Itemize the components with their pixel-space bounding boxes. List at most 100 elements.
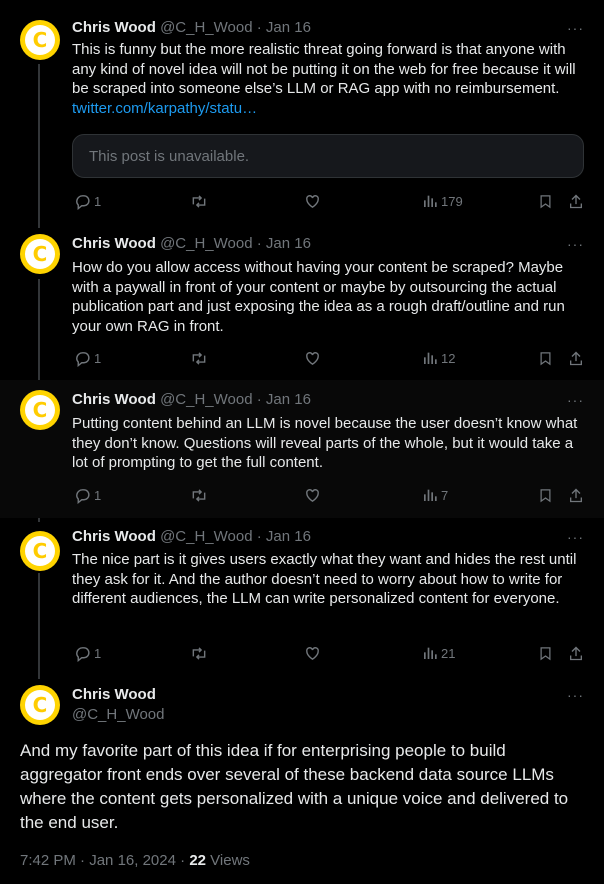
separator: · [256, 391, 262, 408]
tweet-date[interactable]: Jan 16 [266, 235, 311, 252]
quoted-post-unavailable[interactable]: This post is unavailable. [72, 134, 584, 178]
share-button[interactable] [568, 485, 584, 505]
views-button[interactable]: 12 [422, 348, 455, 368]
more-options-icon[interactable]: ··· [567, 687, 584, 703]
separator: · [256, 235, 262, 252]
retweet-button[interactable] [190, 643, 208, 663]
share-button[interactable] [568, 643, 584, 663]
reply-button[interactable]: 1 [74, 643, 101, 663]
bookmark-icon [540, 194, 551, 208]
share-icon [570, 488, 582, 502]
author-handle-text[interactable]: @C_H_Wood [72, 706, 165, 723]
author-name[interactable]: Chris Wood [72, 528, 156, 545]
more-options-icon[interactable]: ··· [567, 529, 584, 545]
bookmark-button[interactable] [538, 485, 553, 505]
tweet-header: Chris Wood @C_H_Wood · Jan 16 [72, 390, 586, 410]
tweet[interactable]: C Chris Wood @C_H_Wood · Jan 16 ··· The … [0, 518, 604, 675]
avatar[interactable]: C [20, 234, 60, 274]
views-label: Views [210, 852, 250, 869]
bookmark-icon [540, 351, 551, 365]
reply-icon [76, 194, 90, 210]
author-handle: @C_H_Wood [72, 705, 586, 725]
author-handle[interactable]: @C_H_Wood [160, 235, 253, 252]
views-icon [424, 489, 437, 501]
share-icon [570, 351, 582, 365]
author-name[interactable]: Chris Wood [72, 235, 156, 252]
heart-icon [306, 646, 319, 660]
avatar-letter: C [25, 690, 55, 720]
avatar[interactable]: C [20, 20, 60, 60]
views-button[interactable]: 179 [422, 191, 463, 211]
more-options-icon[interactable]: ··· [567, 236, 584, 252]
tweet-actions: 1 7 [72, 485, 588, 505]
views-button[interactable]: 21 [422, 643, 455, 663]
tweet-date[interactable]: Jan 16 [266, 19, 311, 36]
share-button[interactable] [568, 191, 584, 211]
like-button[interactable] [304, 485, 321, 505]
retweet-button[interactable] [190, 191, 208, 211]
separator: · [80, 852, 86, 869]
reply-icon [76, 646, 90, 662]
avatar-letter: C [25, 395, 55, 425]
retweet-icon [192, 646, 206, 660]
retweet-icon [192, 351, 206, 365]
more-options-icon[interactable]: ··· [567, 20, 584, 36]
retweet-icon [192, 194, 206, 208]
separator: · [256, 528, 262, 545]
share-icon [570, 646, 582, 660]
main-tweet: C Chris Wood @C_H_Wood ··· And my favori… [0, 675, 604, 884]
heart-icon [306, 488, 319, 502]
bookmark-icon [540, 646, 551, 660]
tweet-full-date[interactable]: Jan 16, 2024 [89, 852, 176, 869]
views-icon [424, 195, 437, 207]
bookmark-button[interactable] [538, 348, 553, 368]
main-tweet-text: And my favorite part of this idea if for… [20, 741, 569, 832]
reply-button[interactable]: 1 [74, 485, 101, 505]
avatar[interactable]: C [20, 390, 60, 430]
tweet-header: Chris Wood @C_H_Wood · Jan 16 [72, 18, 586, 38]
like-button[interactable] [304, 643, 321, 663]
tweet-actions: 1 12 [72, 348, 588, 368]
tweet[interactable]: C Chris Wood @C_H_Wood · Jan 16 ··· Putt… [0, 380, 604, 518]
share-button[interactable] [568, 348, 584, 368]
reply-button[interactable]: 1 [74, 348, 101, 368]
author-name[interactable]: Chris Wood [72, 19, 156, 36]
author-name[interactable]: Chris Wood [72, 391, 156, 408]
bookmark-button[interactable] [538, 191, 553, 211]
retweet-button[interactable] [190, 348, 208, 368]
views-button[interactable]: 7 [422, 485, 448, 505]
author-name-text[interactable]: Chris Wood [72, 686, 156, 703]
tweet-header: Chris Wood @C_H_Wood · Jan 16 [72, 234, 586, 254]
views-count: 179 [441, 193, 463, 209]
like-button[interactable] [304, 348, 321, 368]
reply-count: 1 [94, 645, 102, 661]
author-handle[interactable]: @C_H_Wood [160, 19, 253, 36]
bookmark-button[interactable] [538, 643, 553, 663]
author-name: Chris Wood [72, 685, 586, 705]
tweet-time[interactable]: 7:42 PM [20, 852, 76, 869]
author-handle[interactable]: @C_H_Wood [160, 391, 253, 408]
tweet-date[interactable]: Jan 16 [266, 528, 311, 545]
reply-count: 1 [94, 193, 102, 209]
tweet[interactable]: C Chris Wood @C_H_Wood · Jan 16 ··· This… [0, 0, 604, 228]
reply-icon [76, 351, 90, 367]
views-count: 22 [189, 852, 206, 869]
tweet-link[interactable]: twitter.com/karpathy/statu… [72, 100, 257, 117]
tweet[interactable]: C Chris Wood @C_H_Wood · Jan 16 ··· How … [0, 228, 604, 380]
tweet-meta: 7:42 PM · Jan 16, 2024 · 22 Views [20, 852, 250, 869]
avatar[interactable]: C [20, 685, 60, 725]
retweet-icon [192, 488, 206, 502]
retweet-button[interactable] [190, 485, 208, 505]
reply-button[interactable]: 1 [74, 191, 101, 211]
tweet-date[interactable]: Jan 16 [266, 391, 311, 408]
views-count: 7 [441, 487, 449, 503]
avatar[interactable]: C [20, 531, 60, 571]
bookmark-icon [540, 488, 551, 502]
reply-count: 1 [94, 350, 102, 366]
more-options-icon[interactable]: ··· [567, 392, 584, 408]
views-icon [424, 352, 437, 364]
author-handle[interactable]: @C_H_Wood [160, 528, 253, 545]
avatar-letter: C [25, 536, 55, 566]
views-count: 12 [441, 350, 456, 366]
like-button[interactable] [304, 191, 321, 211]
